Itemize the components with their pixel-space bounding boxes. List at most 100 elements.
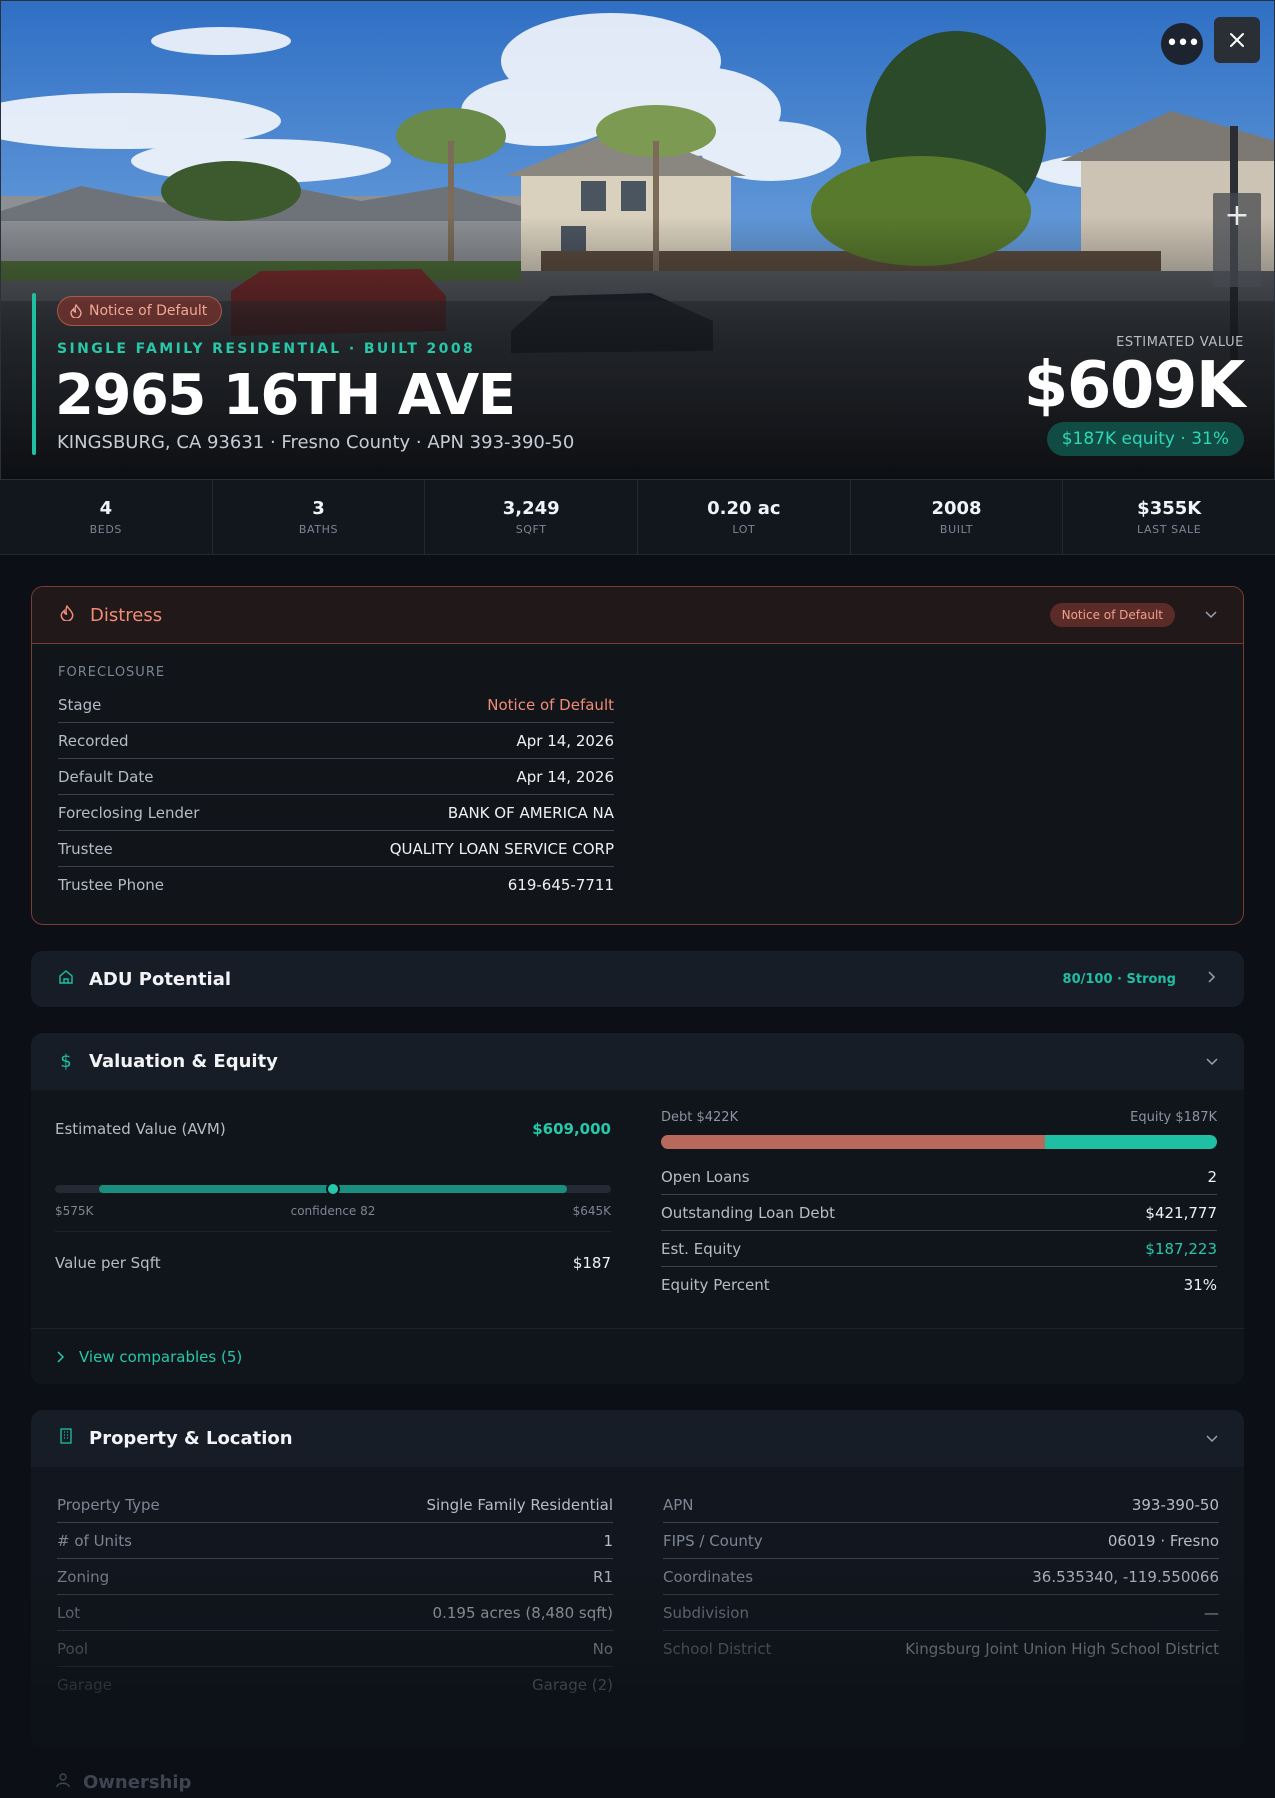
detail-row: Foreclosing Lender BANK OF AMERICA NA (58, 795, 614, 831)
detail-row: Lot 0.195 acres (8,480 sqft) (57, 1595, 613, 1631)
valuation-header[interactable]: $ Valuation & Equity (31, 1033, 1244, 1090)
chevron-down-icon[interactable] (1204, 1431, 1220, 1447)
detail-row: Garage Garage (2) (57, 1667, 613, 1703)
more-options-button[interactable]: ••• (1161, 23, 1203, 65)
row-value: — (1204, 1603, 1219, 1622)
property-address-title: 2965 16TH AVE (55, 363, 516, 428)
equity-pill: $187K equity · 31% (1046, 422, 1244, 456)
detail-row: Trustee QUALITY LOAN SERVICE CORP (58, 831, 614, 867)
stat-value: 3,249 (502, 498, 560, 519)
row-label: Est. Equity (661, 1239, 742, 1258)
detail-row: Recorded Apr 14, 2026 (58, 723, 614, 759)
row-value: Single Family Residential (426, 1495, 613, 1514)
hero-accent-bar (32, 293, 36, 455)
row-value: $187 (572, 1254, 611, 1272)
distress-card: Distress Notice of Default FORECLOSURE S… (31, 586, 1244, 925)
chevron-down-icon[interactable] (1204, 1054, 1220, 1070)
row-value: Garage (2) (532, 1676, 613, 1694)
adu-score: 80/100 · Strong (1062, 971, 1176, 987)
building-icon (55, 1428, 77, 1449)
home-icon (55, 969, 77, 990)
divider (55, 1231, 611, 1232)
person-icon (55, 1772, 71, 1793)
valuation-body: Estimated Value (AVM) $609,000 $575K conf… (31, 1090, 1244, 1384)
street-view-zoom[interactable]: + (1213, 193, 1261, 287)
row-label: Equity Percent (661, 1276, 770, 1294)
foreclosure-details: Stage Notice of Default Recorded Apr 14, 2… (58, 687, 614, 903)
detail-row: Trustee Phone 619-645-7711 (58, 867, 614, 903)
valuation-title: Valuation & Equity (89, 1051, 278, 1072)
zoom-in-icon[interactable]: + (1213, 193, 1261, 241)
detail-row: Open Loans 2 (661, 1159, 1217, 1195)
view-comparables-label: View comparables (5) (79, 1347, 243, 1366)
detail-row: APN 393-390-50 (663, 1487, 1219, 1523)
avm-row: Estimated Value (AVM) $609,000 (55, 1111, 611, 1147)
stat-label: BEDS (89, 523, 123, 536)
row-label: Estimated Value (AVM) (55, 1120, 226, 1138)
row-label: Open Loans (661, 1167, 750, 1186)
row-value: 31% (1183, 1276, 1217, 1294)
stat-value: 2008 (931, 498, 982, 519)
detail-row: Zoning R1 (57, 1559, 613, 1595)
row-label: School District (663, 1640, 772, 1658)
row-label: Subdivision (663, 1603, 749, 1622)
avm-marker (326, 1182, 340, 1196)
chevron-right-icon[interactable] (1204, 971, 1220, 987)
detail-row: Coordinates 36.535340, -119.550066 (663, 1559, 1219, 1595)
chevron-down-icon[interactable] (1203, 607, 1219, 623)
row-value: $421,777 (1145, 1203, 1217, 1222)
detail-row: Equity Percent 31% (661, 1267, 1217, 1303)
avm-row-wrap: Estimated Value (AVM) $609,000 (55, 1111, 611, 1147)
debt-label: Debt $422K (661, 1110, 739, 1125)
property-header[interactable]: Property & Location (31, 1410, 1244, 1467)
confidence-labels: $575K confidence 82 $645K (55, 1204, 611, 1218)
estimated-value-label: ESTIMATED VALUE (1116, 335, 1244, 350)
ownership-header[interactable]: Ownership (31, 1752, 1244, 1798)
row-value: R1 (593, 1567, 613, 1586)
more-icon: ••• (1165, 31, 1201, 56)
loan-details: Open Loans 2 Outstanding Loan Debt $421,77… (661, 1159, 1217, 1303)
range-low: $575K (55, 1204, 94, 1218)
adu-card[interactable]: ADU Potential 80/100 · Strong (31, 951, 1244, 1007)
row-label: Outstanding Loan Debt (661, 1203, 835, 1222)
row-value: QUALITY LOAN SERVICE CORP (389, 839, 614, 858)
stat-sqft: 3,249 SQFT (425, 480, 639, 554)
adu-title: ADU Potential (89, 968, 232, 990)
row-label: Zoning (57, 1567, 110, 1586)
detail-row: Stage Notice of Default (58, 687, 614, 723)
detail-row: School District Kingsburg Joint Union Hig… (663, 1631, 1219, 1667)
per-sqft-wrap: Value per Sqft $187 (55, 1245, 611, 1281)
row-label: Default Date (58, 767, 154, 786)
detail-row: # of Units 1 (57, 1523, 613, 1559)
row-label: Value per Sqft (55, 1254, 161, 1272)
row-value: BANK OF AMERICA NA (447, 803, 614, 822)
row-value: Apr 14, 2026 (516, 731, 614, 750)
confidence-range-bar (55, 1182, 611, 1196)
chevron-right-icon (57, 1350, 65, 1363)
stat-label: BUILT (939, 523, 974, 536)
row-label: Stage (58, 695, 102, 714)
close-button[interactable] (1214, 17, 1260, 63)
stat-label: SQFT (515, 523, 547, 536)
stat-label: BATHS (298, 523, 339, 536)
hero-photo: ••• + Notice of Default SINGLE FAMILY RE… (0, 0, 1275, 480)
distress-badge-label: Notice of Default (89, 303, 208, 319)
detail-row: Pool No (57, 1631, 613, 1667)
row-label: # of Units (57, 1531, 132, 1550)
property-left-details: Property Type Single Family Residential #… (57, 1487, 613, 1703)
row-value: $187,223 (1145, 1239, 1217, 1258)
flame-icon (70, 304, 82, 318)
equity-segment (1044, 1135, 1217, 1149)
distress-title: Distress (90, 604, 163, 626)
stat-value: 4 (99, 498, 113, 519)
distress-header[interactable]: Distress Notice of Default (32, 587, 1243, 644)
stat-value: 0.20 ac (707, 498, 781, 519)
range-high: $645K (572, 1204, 611, 1218)
adu-header[interactable]: ADU Potential 80/100 · Strong (31, 951, 1244, 1007)
confidence-label: confidence 82 (290, 1204, 376, 1218)
row-label: Recorded (58, 731, 129, 750)
view-comparables-link[interactable]: View comparables (5) (31, 1328, 1244, 1384)
row-value: 1 (603, 1531, 613, 1550)
row-value: $609,000 (532, 1120, 611, 1138)
detail-row: Est. Equity $187,223 (661, 1231, 1217, 1267)
